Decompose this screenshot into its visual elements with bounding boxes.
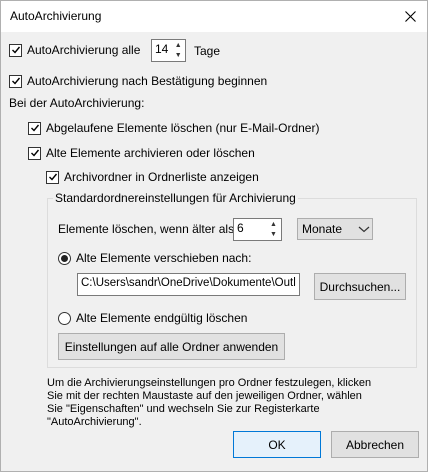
title-bar: AutoArchivierung <box>1 1 427 32</box>
browse-button[interactable]: Durchsuchen... <box>314 273 406 300</box>
show-archive-folder-label: Archivordner in Ordnerliste anzeigen <box>64 170 259 184</box>
days-unit-label: Tage <box>194 44 221 58</box>
radio-selected-dot <box>61 254 68 262</box>
info-line: Sie "Eigenschaften" und wechseln Sie zur… <box>47 403 320 415</box>
delete-permanently-label: Alte Elemente endgültig löschen <box>76 311 248 325</box>
checkmark-icon <box>30 149 39 157</box>
group-title: Standardordnereinstellungen für Archivie… <box>53 191 298 205</box>
info-line: Sie mit der rechten Maustaste auf den je… <box>47 390 362 402</box>
archive-old-checkbox[interactable]: Alte Elemente archivieren oder löschen <box>28 146 255 160</box>
close-icon <box>404 11 416 22</box>
age-unit-dropdown[interactable]: Monate <box>297 218 373 240</box>
older-than-value[interactable]: 6 <box>234 219 266 240</box>
spin-up-icon[interactable]: ▲ <box>171 40 185 51</box>
checkbox-box[interactable] <box>46 170 59 184</box>
spinner-arrows: ▲ ▼ <box>266 219 281 240</box>
checkmark-icon <box>11 77 20 85</box>
auto-archive-every-checkbox[interactable]: AutoArchivierung alle <box>9 43 140 57</box>
checkbox-box[interactable] <box>28 121 41 135</box>
spin-down-icon[interactable]: ▼ <box>266 229 281 240</box>
move-old-label: Alte Elemente verschieben nach: <box>76 251 252 265</box>
spin-up-icon[interactable]: ▲ <box>266 219 281 230</box>
confirm-before-label: AutoArchivierung nach Bestätigung beginn… <box>27 74 268 88</box>
close-button[interactable] <box>393 1 427 32</box>
older-than-spinner[interactable]: 6 ▲ ▼ <box>233 218 282 241</box>
spinner-arrows: ▲ ▼ <box>171 40 185 61</box>
autoarchive-dialog: AutoArchivierung AutoArchivierung alle 1… <box>0 0 428 472</box>
window-title: AutoArchivierung <box>10 9 102 23</box>
delete-expired-label: Abgelaufene Elemente löschen (nur E-Mail… <box>46 121 320 135</box>
show-archive-folder-checkbox[interactable]: Archivordner in Ordnerliste anzeigen <box>46 170 259 184</box>
auto-archive-days-spinner[interactable]: 14 ▲ ▼ <box>151 39 186 62</box>
info-text: Um die Archivierungseinstellungen pro Or… <box>47 377 417 429</box>
checkbox-box[interactable] <box>9 43 22 57</box>
during-archive-label: Bei der AutoArchivierung: <box>9 96 145 110</box>
delete-expired-checkbox[interactable]: Abgelaufene Elemente löschen (nur E-Mail… <box>28 121 319 135</box>
info-line: Um die Archivierungseinstellungen pro Or… <box>47 377 372 389</box>
auto-archive-every-label: AutoArchivierung alle <box>27 43 141 57</box>
move-old-radio[interactable]: Alte Elemente verschieben nach: <box>58 251 251 265</box>
checkmark-icon <box>11 46 20 54</box>
confirm-before-checkbox[interactable]: AutoArchivierung nach Bestätigung beginn… <box>9 74 267 88</box>
cancel-button[interactable]: Abbrechen <box>331 431 419 458</box>
archive-old-label: Alte Elemente archivieren oder löschen <box>46 146 255 160</box>
info-line: "AutoArchivierung". <box>47 416 142 428</box>
checkmark-icon <box>48 173 57 181</box>
radio-circle[interactable] <box>58 251 71 265</box>
radio-circle[interactable] <box>58 311 71 325</box>
checkbox-box[interactable] <box>28 146 41 160</box>
delete-permanently-radio[interactable]: Alte Elemente endgültig löschen <box>58 311 247 325</box>
checkbox-box[interactable] <box>9 74 22 88</box>
archive-path-field[interactable]: C:\Users\sandr\OneDrive\Dokumente\Outl <box>77 273 300 296</box>
checkmark-icon <box>30 124 39 132</box>
older-than-label: Elemente löschen, wenn älter als <box>58 222 235 236</box>
spin-down-icon[interactable]: ▼ <box>171 50 185 61</box>
auto-archive-days-value[interactable]: 14 <box>152 40 171 61</box>
ok-button[interactable]: OK <box>233 431 321 458</box>
chevron-down-icon <box>358 226 370 233</box>
apply-to-all-folders-button[interactable]: Einstellungen auf alle Ordner anwenden <box>58 333 285 360</box>
age-unit-value: Monate <box>302 222 343 236</box>
